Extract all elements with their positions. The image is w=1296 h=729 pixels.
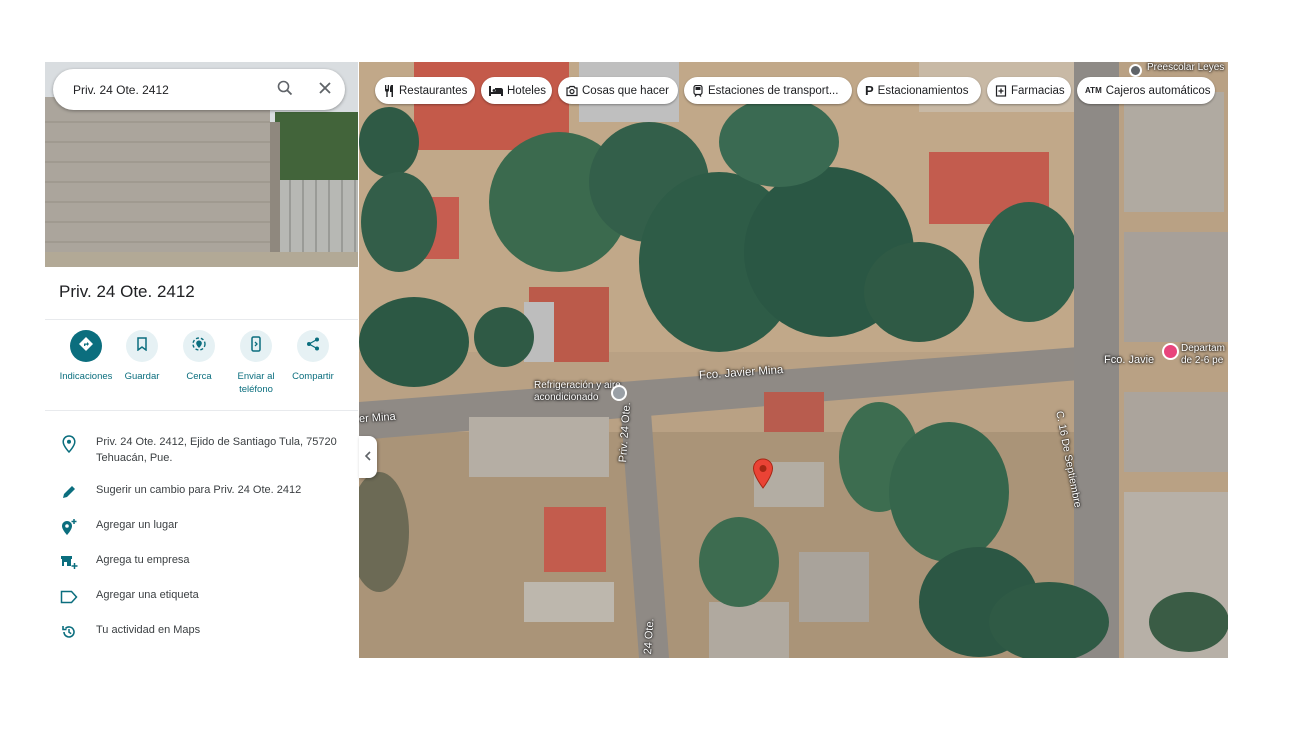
location-pin-icon[interactable]: [752, 458, 774, 490]
chip-farmacias[interactable]: Farmacias: [987, 77, 1071, 104]
chip-label: Estaciones de transport...: [708, 84, 839, 97]
add-place-row[interactable]: Agregar un lugar: [59, 517, 354, 543]
satellite-imagery: [359, 62, 1228, 658]
label-tag-icon: [59, 587, 79, 607]
bed-icon: [489, 85, 503, 97]
nearby-button[interactable]: Cerca: [169, 330, 229, 383]
poi-school-marker-icon[interactable]: [1129, 64, 1142, 77]
chip-label: Cosas que hacer: [582, 84, 669, 97]
chip-cajeros[interactable]: ATM Cajeros automáticos: [1077, 77, 1215, 104]
place-title: Priv. 24 Ote. 2412: [59, 282, 195, 301]
share-icon: [306, 337, 320, 356]
chevron-left-icon: [364, 448, 372, 466]
share-label: Compartir: [292, 371, 334, 382]
chip-label: Farmacias: [1011, 84, 1065, 97]
maps-activity-label: Tu actividad en Maps: [96, 624, 201, 636]
search-input[interactable]: [71, 79, 265, 101]
close-icon: [318, 81, 332, 100]
storefront-add-icon: [59, 552, 79, 572]
add-business-row[interactable]: Agrega tu empresa: [59, 552, 354, 578]
history-icon: [59, 622, 79, 642]
send-to-phone-button[interactable]: Enviar al teléfono: [226, 330, 286, 396]
divider: [45, 319, 358, 320]
nearby-icon: [191, 336, 207, 357]
address-line-1: Priv. 24 Ote. 2412, Ejido de Santiago Tu…: [96, 436, 337, 448]
search-icon: [277, 80, 293, 101]
add-label-row[interactable]: Agregar una etiqueta: [59, 587, 354, 613]
chip-label: Estacionamientos: [877, 84, 969, 97]
add-label-label: Agregar una etiqueta: [96, 589, 199, 601]
address-line-2: Tehuacán, Pue.: [96, 452, 173, 464]
maps-window: Fco. Javier Mina er Mina Fco. Javie Priv…: [45, 62, 1228, 658]
parking-icon: P: [865, 83, 874, 98]
directions-icon: [78, 336, 94, 357]
phone-icon: [250, 335, 262, 357]
camera-icon: [566, 85, 578, 97]
place-details-panel: Priv. 24 Ote. 2412 Indicaciones Guardar …: [45, 62, 358, 658]
add-place-label: Agregar un lugar: [96, 519, 178, 531]
street-label-mina-right: Fco. Javie: [1104, 354, 1155, 366]
fork-knife-icon: [383, 84, 395, 97]
directions-button[interactable]: Indicaciones: [56, 330, 116, 383]
directions-label: Indicaciones: [59, 371, 113, 382]
chip-restaurantes[interactable]: Restaurantes: [375, 77, 475, 104]
search-button[interactable]: [273, 78, 297, 102]
chip-cosas-que-hacer[interactable]: Cosas que hacer: [558, 77, 678, 104]
poi-school-label[interactable]: Preescolar Leyes: [1147, 62, 1224, 73]
divider: [45, 410, 358, 411]
add-location-icon: [59, 517, 79, 537]
bookmark-icon: [136, 336, 148, 356]
maps-activity-row[interactable]: Tu actividad en Maps: [59, 622, 354, 648]
save-label: Guardar: [124, 371, 160, 382]
satellite-map[interactable]: Fco. Javier Mina er Mina Fco. Javie Priv…: [359, 62, 1228, 658]
pencil-icon: [59, 482, 79, 502]
chip-hoteles[interactable]: Hoteles: [481, 77, 552, 104]
chip-label: Restaurantes: [399, 84, 468, 97]
share-button[interactable]: Compartir: [283, 330, 343, 383]
poi-apartment-marker-icon[interactable]: [1162, 343, 1179, 360]
poi-refrigeracion-marker-icon[interactable]: [611, 385, 627, 401]
street-label-24ote: 24 Ote.: [642, 618, 657, 655]
chip-label: Hoteles: [507, 84, 546, 97]
collapse-panel-button[interactable]: [359, 436, 377, 478]
chip-estaciones-transporte[interactable]: Estaciones de transport...: [684, 77, 852, 104]
chip-label: Cajeros automáticos: [1105, 84, 1211, 97]
poi-departamentos-label[interactable]: Departam de 2-6 pe: [1181, 343, 1228, 367]
train-icon: [692, 84, 704, 97]
save-button[interactable]: Guardar: [112, 330, 172, 383]
search-box[interactable]: [53, 69, 345, 110]
add-business-label: Agrega tu empresa: [96, 554, 190, 566]
atm-icon: ATM: [1085, 86, 1102, 95]
send-to-phone-label: Enviar al teléfono: [237, 371, 275, 395]
pharmacy-icon: [995, 84, 1007, 97]
nearby-label: Cerca: [186, 371, 212, 382]
street-label-mina-left: er Mina: [359, 410, 397, 426]
location-pin-outline-icon: [59, 434, 79, 454]
clear-search-button[interactable]: [313, 78, 337, 102]
address-row[interactable]: Priv. 24 Ote. 2412, Ejido de Santiago Tu…: [59, 434, 354, 468]
suggest-edit-row[interactable]: Sugerir un cambio para Priv. 24 Ote. 241…: [59, 482, 354, 508]
chip-estacionamientos[interactable]: P Estacionamientos: [857, 77, 981, 104]
suggest-edit-label: Sugerir un cambio para Priv. 24 Ote. 241…: [96, 484, 302, 496]
